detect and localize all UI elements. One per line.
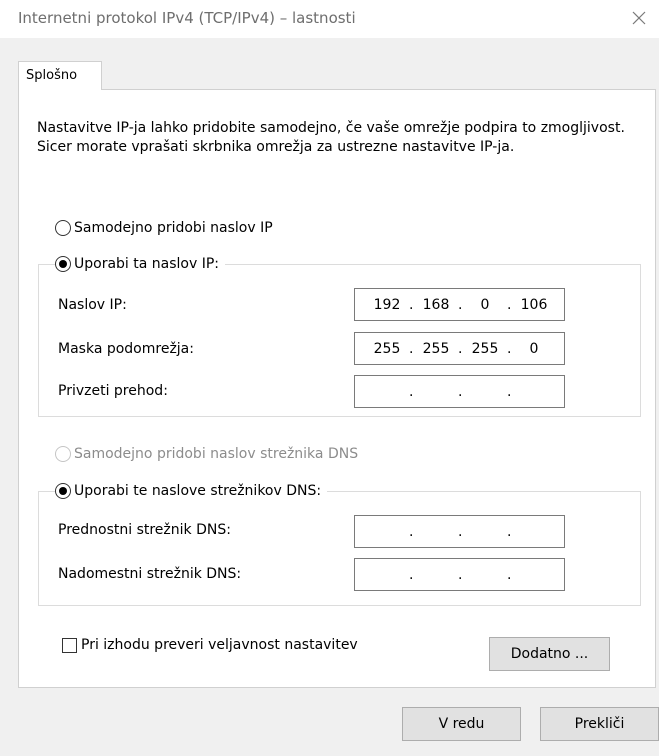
ip-dot-separator: . [507, 297, 512, 313]
subnet-octet-4: 0 [529, 341, 539, 357]
radio-dns-manual-selected[interactable] [55, 483, 71, 499]
ip-dot-separator: . [458, 567, 463, 583]
default-gateway-input[interactable]: . . . [354, 375, 565, 408]
ip-auto-label: Samodejno pridobi naslov IP [74, 220, 273, 236]
subnet-mask-label: Maska podomrežja: [58, 341, 194, 357]
ip-octet-1: 192 [373, 297, 401, 313]
title-bar: Internetni protokol IPv4 (TCP/IPv4) – la… [0, 0, 659, 38]
advanced-button[interactable]: Dodatno ... [489, 637, 610, 671]
ip-octet-2: 168 [422, 297, 450, 313]
ip-dot-separator: . [507, 567, 512, 583]
ok-button[interactable]: V redu [402, 707, 521, 741]
ip-address-input[interactable]: 192 . 168 . 0 . 106 [354, 288, 565, 321]
preferred-dns-label: Prednostni strežnik DNS: [58, 522, 231, 538]
ip-dot-separator: . [409, 567, 414, 583]
description-text: Nastavitve IP-ja lahko pridobite samodej… [37, 120, 625, 155]
subnet-octet-2: 255 [422, 341, 450, 357]
dns-manual-radio[interactable]: Uporabi te naslove strežnikov DNS: [55, 481, 328, 501]
ip-dot-separator: . [409, 524, 414, 540]
alternate-dns-input[interactable]: . . . [354, 558, 565, 591]
validate-settings-checkbox-row[interactable]: Pri izhodu preveri veljavnost nastavitev [62, 637, 358, 653]
ip-dot-separator: . [507, 341, 512, 357]
ipv4-properties-dialog: Internetni protokol IPv4 (TCP/IPv4) – la… [0, 0, 659, 756]
radio-selected-dot [59, 260, 67, 268]
subnet-mask-input[interactable]: 255 . 255 . 255 . 0 [354, 332, 565, 365]
ip-dot-separator: . [458, 384, 463, 400]
subnet-octet-1: 255 [373, 341, 401, 357]
radio-selected-dot [59, 487, 67, 495]
ip-auto-radio[interactable]: Samodejno pridobi naslov IP [55, 218, 279, 238]
ip-dot-separator: . [458, 524, 463, 540]
ip-dot-separator: . [507, 524, 512, 540]
window-title: Internetni protokol IPv4 (TCP/IPv4) – la… [18, 9, 356, 27]
preferred-dns-input[interactable]: . . . [354, 515, 565, 548]
ip-dot-separator: . [458, 297, 463, 313]
cancel-button[interactable]: Prekliči [540, 707, 659, 741]
dns-auto-radio: Samodejno pridobi naslov strežnika DNS [55, 444, 365, 464]
ip-address-label: Naslov IP: [58, 297, 127, 313]
radio-ip-auto-unselected[interactable] [55, 220, 71, 236]
ip-dot-separator: . [409, 341, 414, 357]
ip-octet-3: 0 [480, 297, 490, 313]
ip-manual-label: Uporabi ta naslov IP: [74, 256, 220, 272]
subnet-octet-3: 255 [471, 341, 499, 357]
ip-manual-radio[interactable]: Uporabi ta naslov IP: [55, 254, 226, 274]
ip-dot-separator: . [409, 297, 414, 313]
validate-settings-label: Pri izhodu preveri veljavnost nastavitev [81, 637, 358, 653]
tab-general-label: Splošno [26, 68, 78, 83]
alternate-dns-label: Nadomestni strežnik DNS: [58, 566, 242, 582]
dns-manual-label: Uporabi te naslove strežnikov DNS: [74, 483, 322, 499]
ip-octet-4: 106 [520, 297, 548, 313]
dns-auto-label: Samodejno pridobi naslov strežnika DNS [74, 446, 359, 462]
radio-dns-auto-disabled [55, 446, 71, 462]
close-button[interactable] [623, 2, 655, 34]
ip-dot-separator: . [458, 341, 463, 357]
ip-dot-separator: . [507, 384, 512, 400]
close-icon [632, 11, 646, 25]
ip-dot-separator: . [409, 384, 414, 400]
radio-ip-manual-selected[interactable] [55, 256, 71, 272]
tab-general[interactable]: Splošno [18, 61, 102, 90]
validate-settings-checkbox[interactable] [62, 637, 77, 653]
default-gateway-label: Privzeti prehod: [58, 383, 168, 399]
